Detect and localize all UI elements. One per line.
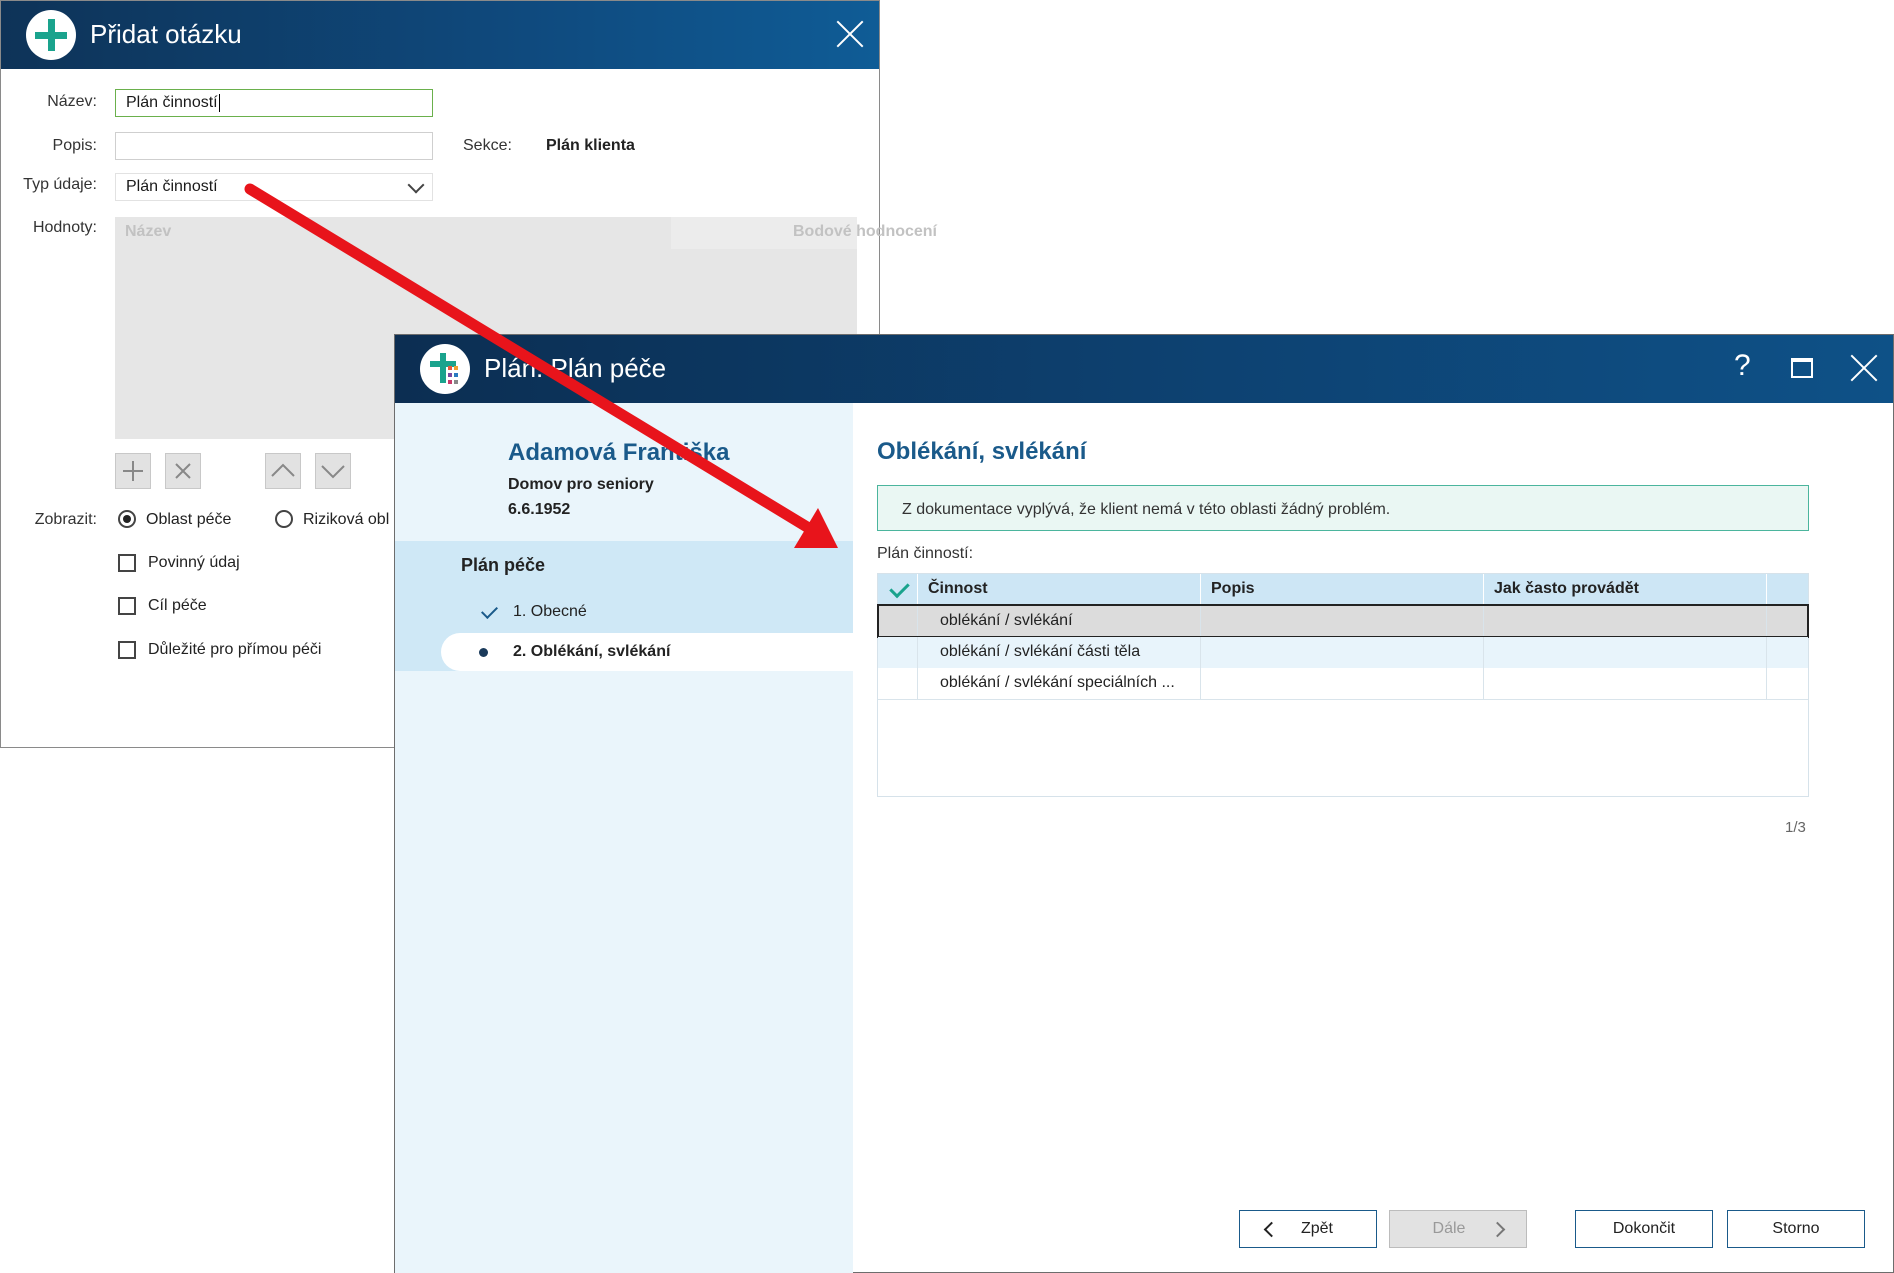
annotation-arrow bbox=[244, 183, 838, 548]
